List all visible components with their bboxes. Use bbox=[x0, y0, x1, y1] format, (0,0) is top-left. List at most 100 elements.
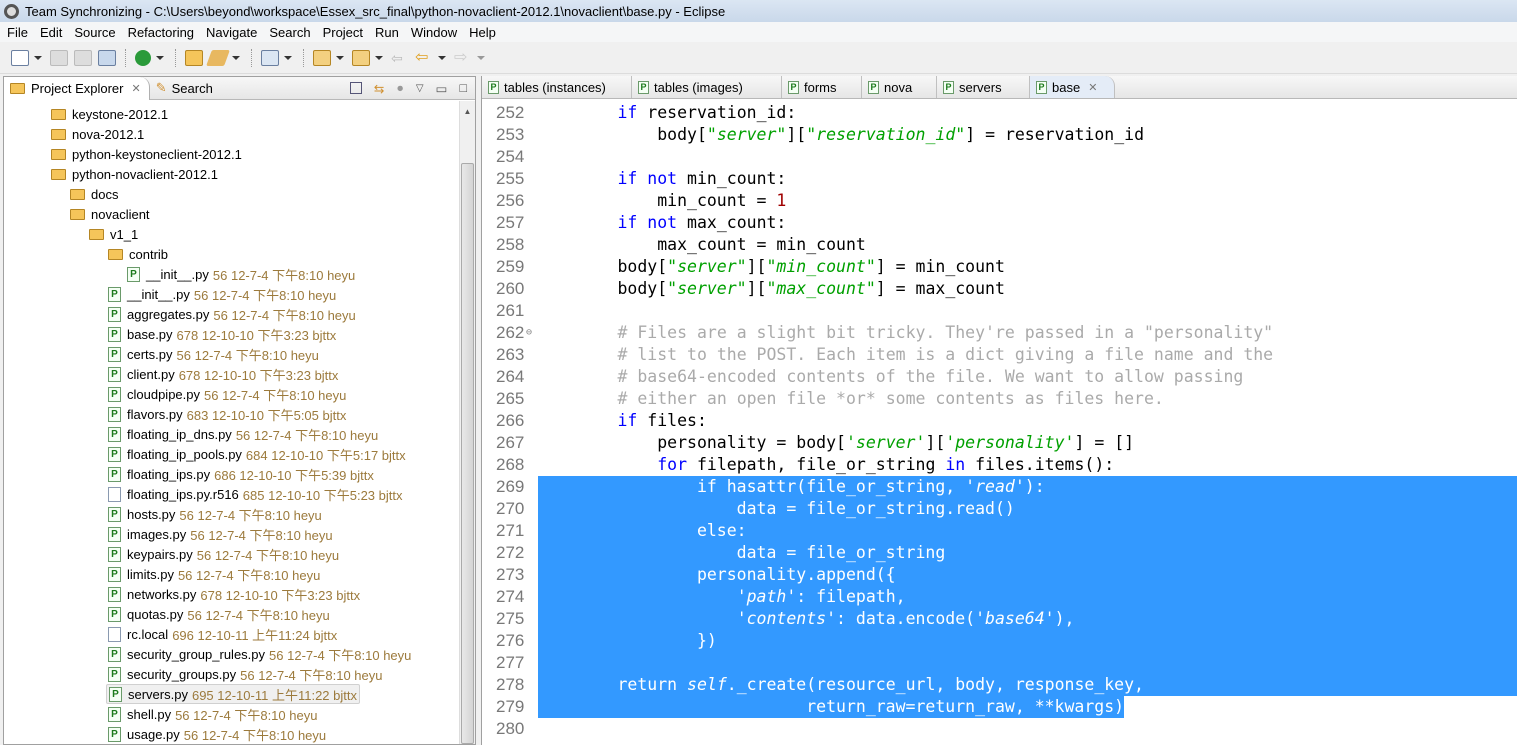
tree-item[interactable]: Pfloating_ip_dns.py 56 12-7-4 下午8:10 heyu bbox=[106, 424, 380, 444]
link-with-editor-icon[interactable]: ⇆ bbox=[374, 81, 384, 96]
close-icon[interactable]: ✕ bbox=[131, 82, 140, 95]
code-line[interactable]: 252 if reservation_id: bbox=[482, 102, 1517, 124]
code-editor[interactable]: 252 if reservation_id: 253 body["server"]… bbox=[482, 102, 1517, 745]
code-line[interactable]: 280 bbox=[482, 718, 1517, 740]
tree-item[interactable]: Pbase.py 678 12-10-10 下午3:23 bjttx bbox=[106, 324, 338, 344]
collapse-all-icon[interactable] bbox=[349, 82, 362, 94]
view-menu-icon[interactable]: ▽ bbox=[416, 83, 424, 94]
maximize-icon[interactable]: □ bbox=[459, 81, 467, 95]
team-sync-icon[interactable] bbox=[261, 49, 279, 66]
previous-annotation-dropdown-icon[interactable] bbox=[375, 55, 383, 60]
scrollbar-thumb[interactable] bbox=[461, 163, 474, 744]
tree-item[interactable]: docs bbox=[68, 184, 120, 204]
tree-item[interactable]: P __init__.py 56 12-7-4 下午8:10 heyu bbox=[125, 264, 357, 284]
code-line[interactable]: 265 # either an open file *or* some cont… bbox=[482, 388, 1517, 410]
menu-source[interactable]: Source bbox=[69, 25, 122, 40]
minimize-icon[interactable]: ▭ bbox=[436, 81, 448, 96]
code-line[interactable]: 275 'contents': data.encode('base64'), bbox=[482, 608, 1517, 630]
tree-item[interactable]: Pservers.py 695 12-10-11 上午11:22 bjttx bbox=[106, 684, 360, 704]
code-line[interactable]: 273 personality.append({ bbox=[482, 564, 1517, 586]
menu-window[interactable]: Window bbox=[406, 25, 464, 40]
editor-tab-nova[interactable]: Pnova bbox=[862, 76, 937, 98]
menu-navigate[interactable]: Navigate bbox=[201, 25, 264, 40]
save-all-icon[interactable] bbox=[74, 49, 92, 66]
tree-item[interactable]: Pshell.py 56 12-7-4 下午8:10 heyu bbox=[106, 704, 319, 724]
code-line[interactable]: 259 body["server"]["min_count"] = min_co… bbox=[482, 256, 1517, 278]
tree-item[interactable]: P __init__.py 56 12-7-4 下午8:10 heyu bbox=[106, 284, 338, 304]
tree-item[interactable]: python-keystoneclient-2012.1 bbox=[49, 144, 244, 164]
tree-item[interactable]: python-novaclient-2012.1 bbox=[49, 164, 220, 184]
code-line[interactable]: 254 bbox=[482, 146, 1517, 168]
save-icon[interactable] bbox=[50, 49, 68, 66]
tree-item[interactable]: Pcerts.py 56 12-7-4 下午8:10 heyu bbox=[106, 344, 321, 364]
next-annotation-dropdown-icon[interactable] bbox=[336, 55, 344, 60]
forward-icon[interactable]: ⇨ bbox=[454, 49, 472, 66]
next-annotation-icon[interactable] bbox=[313, 49, 331, 66]
tree-item[interactable]: Pimages.py 56 12-7-4 下午8:10 heyu bbox=[106, 524, 335, 544]
tree-item[interactable]: Paggregates.py 56 12-7-4 下午8:10 heyu bbox=[106, 304, 358, 324]
tree-item[interactable]: rc.local 696 12-10-11 上午11:24 bjttx bbox=[106, 624, 339, 644]
code-line[interactable]: 262 ⊖ # Files are a slight bit tricky. Th… bbox=[482, 322, 1517, 344]
tree-item[interactable]: Pnetworks.py 678 12-10-10 下午3:23 bjttx bbox=[106, 584, 362, 604]
open-folder-icon[interactable] bbox=[185, 49, 203, 66]
menu-file[interactable]: File bbox=[2, 25, 35, 40]
previous-annotation-icon[interactable] bbox=[352, 49, 370, 66]
tree-item[interactable]: Psecurity_groups.py 56 12-7-4 下午8:10 heyu bbox=[106, 664, 385, 684]
new-wizard-icon[interactable] bbox=[11, 49, 29, 66]
new-dropdown-icon[interactable] bbox=[34, 55, 42, 60]
tree-item[interactable]: keystone-2012.1 bbox=[49, 104, 170, 124]
tree-item[interactable]: Pkeypairs.py 56 12-7-4 下午8:10 heyu bbox=[106, 544, 341, 564]
code-line[interactable]: 269 if hasattr(file_or_string, 'read'): bbox=[482, 476, 1517, 498]
editor-tab-tables-instances[interactable]: Ptables (instances) bbox=[482, 76, 632, 98]
code-line[interactable]: 263 # list to the POST. Each item is a d… bbox=[482, 344, 1517, 366]
code-line[interactable]: 267 personality = body['server']['person… bbox=[482, 432, 1517, 454]
tree-item[interactable]: Pusage.py 56 12-7-4 下午8:10 heyu bbox=[106, 724, 328, 744]
run-icon[interactable] bbox=[135, 49, 151, 66]
search-dropdown-icon[interactable] bbox=[232, 55, 240, 60]
back-dropdown-icon[interactable] bbox=[438, 55, 446, 60]
editor-tab-base[interactable]: Pbase ✕ bbox=[1030, 76, 1115, 98]
tree-item[interactable]: contrib bbox=[106, 244, 170, 264]
code-line[interactable]: 270 data = file_or_string.read() bbox=[482, 498, 1517, 520]
menu-refactoring[interactable]: Refactoring bbox=[123, 25, 201, 40]
editor-tab-servers[interactable]: Pservers bbox=[937, 76, 1030, 98]
fold-toggle-icon[interactable]: ⊖ bbox=[526, 322, 532, 344]
code-line[interactable]: 274 'path': filepath, bbox=[482, 586, 1517, 608]
code-line[interactable]: 258 max_count = min_count bbox=[482, 234, 1517, 256]
tree-item[interactable]: Pfloating_ip_pools.py 684 12-10-10 下午5:17… bbox=[106, 444, 408, 464]
back-icon[interactable]: ⇦ bbox=[415, 49, 433, 66]
sync-dropdown-icon[interactable] bbox=[284, 55, 292, 60]
tree-item[interactable]: v1_1 bbox=[87, 224, 140, 244]
filter-icon[interactable]: ● bbox=[396, 81, 404, 95]
menu-project[interactable]: Project bbox=[318, 25, 370, 40]
code-line[interactable]: 256 min_count = 1 bbox=[482, 190, 1517, 212]
tree-item[interactable]: Psecurity_group_rules.py 56 12-7-4 下午8:10… bbox=[106, 644, 413, 664]
tab-project-explorer[interactable]: Project Explorer ✕ bbox=[4, 76, 150, 100]
code-line[interactable]: 272 data = file_or_string bbox=[482, 542, 1517, 564]
code-line[interactable]: 279 return_raw=return_raw, **kwargs) bbox=[482, 696, 1517, 718]
code-line[interactable]: 260 body["server"]["max_count"] = max_co… bbox=[482, 278, 1517, 300]
editor-tab-tables-images[interactable]: Ptables (images) bbox=[632, 76, 782, 98]
code-line[interactable]: 276 }) bbox=[482, 630, 1517, 652]
tree-item[interactable]: Pclient.py 678 12-10-10 下午3:23 bjttx bbox=[106, 364, 340, 384]
code-line[interactable]: 266 if files: bbox=[482, 410, 1517, 432]
editor-tab-forms[interactable]: Pforms bbox=[782, 76, 862, 98]
forward-dropdown-icon[interactable] bbox=[477, 55, 485, 60]
code-line[interactable]: 261 bbox=[482, 300, 1517, 322]
last-edit-icon[interactable]: ⇦ bbox=[391, 50, 409, 66]
code-line[interactable]: 255 if not min_count: bbox=[482, 168, 1517, 190]
tree-scrollbar[interactable]: ▲ bbox=[459, 101, 475, 744]
tree-item[interactable]: Pcloudpipe.py 56 12-7-4 下午8:10 heyu bbox=[106, 384, 348, 404]
tree-item[interactable]: Plimits.py 56 12-7-4 下午8:10 heyu bbox=[106, 564, 322, 584]
code-line[interactable]: 257 if not max_count: bbox=[482, 212, 1517, 234]
search-icon[interactable] bbox=[206, 49, 230, 66]
tree-item[interactable]: floating_ips.py.r516 685 12-10-10 下午5:23 … bbox=[106, 484, 405, 504]
print-icon[interactable] bbox=[98, 49, 116, 66]
tab-search[interactable]: ✎ Search bbox=[150, 77, 221, 100]
code-line[interactable]: 277 bbox=[482, 652, 1517, 674]
run-dropdown-icon[interactable] bbox=[156, 55, 164, 60]
code-line[interactable]: 264 # base64-encoded contents of the fil… bbox=[482, 366, 1517, 388]
code-line[interactable]: 271 else: bbox=[482, 520, 1517, 542]
tree-item[interactable]: nova-2012.1 bbox=[49, 124, 146, 144]
tree-item[interactable]: Phosts.py 56 12-7-4 下午8:10 heyu bbox=[106, 504, 324, 524]
